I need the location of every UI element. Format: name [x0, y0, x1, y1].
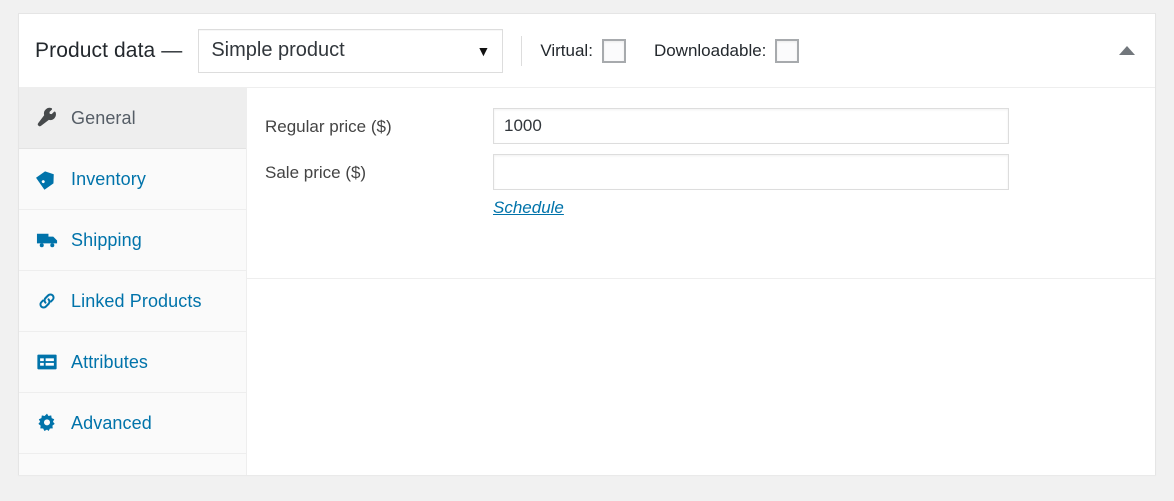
virtual-checkbox-group[interactable]: Virtual:	[540, 39, 626, 63]
product-data-tabs: General Inventory	[19, 88, 247, 475]
downloadable-checkbox-label: Downloadable:	[654, 41, 766, 61]
gear-icon	[35, 411, 59, 435]
tab-general[interactable]: General	[19, 88, 246, 149]
regular-price-row: Regular price ($)	[265, 108, 1155, 144]
sale-price-row: Sale price ($) Schedule	[265, 154, 1155, 218]
tag-icon	[35, 167, 59, 191]
sale-price-input[interactable]	[493, 154, 1009, 190]
collapse-panel-toggle[interactable]	[1113, 37, 1141, 65]
tabs-filler	[19, 454, 246, 474]
tab-inventory-label: Inventory	[71, 169, 146, 190]
product-type-select-value: Simple product	[211, 39, 344, 62]
tab-advanced[interactable]: Advanced	[19, 393, 246, 454]
list-card-icon	[35, 350, 59, 374]
virtual-checkbox[interactable]	[602, 39, 626, 63]
tab-general-label: General	[71, 108, 136, 129]
sale-price-label: Sale price ($)	[265, 154, 493, 183]
truck-icon	[35, 228, 59, 252]
schedule-sale-link[interactable]: Schedule	[493, 198, 564, 218]
tab-shipping[interactable]: Shipping	[19, 210, 246, 271]
tab-attributes-label: Attributes	[71, 352, 148, 373]
panel-header: Product data — Simple product ▼ Virtual:…	[19, 14, 1155, 88]
general-tab-empty-area	[247, 279, 1155, 475]
tab-attributes[interactable]: Attributes	[19, 332, 246, 393]
pricing-fields: Regular price ($) Sale price ($) Schedul…	[247, 88, 1155, 279]
tab-advanced-label: Advanced	[71, 413, 152, 434]
virtual-checkbox-label: Virtual:	[540, 41, 593, 61]
general-tab-panel: Regular price ($) Sale price ($) Schedul…	[247, 88, 1155, 475]
wrench-icon	[35, 106, 59, 130]
product-data-panel: Product data — Simple product ▼ Virtual:…	[18, 13, 1156, 475]
link-icon	[35, 289, 59, 313]
page-title: Product data —	[35, 39, 182, 63]
panel-body: General Inventory	[19, 88, 1155, 475]
product-type-select[interactable]: Simple product ▼	[198, 29, 503, 73]
tab-linked-products[interactable]: Linked Products	[19, 271, 246, 332]
chevron-down-icon: ▼	[476, 44, 490, 58]
tab-linked-products-label: Linked Products	[71, 291, 202, 312]
regular-price-input[interactable]	[493, 108, 1009, 144]
triangle-up-icon	[1119, 46, 1135, 56]
tab-inventory[interactable]: Inventory	[19, 149, 246, 210]
tab-shipping-label: Shipping	[71, 230, 142, 251]
downloadable-checkbox-group[interactable]: Downloadable:	[654, 39, 799, 63]
regular-price-control	[493, 108, 1155, 144]
downloadable-checkbox[interactable]	[775, 39, 799, 63]
regular-price-label: Regular price ($)	[265, 108, 493, 137]
sale-price-control: Schedule	[493, 154, 1155, 218]
header-divider	[521, 36, 522, 66]
